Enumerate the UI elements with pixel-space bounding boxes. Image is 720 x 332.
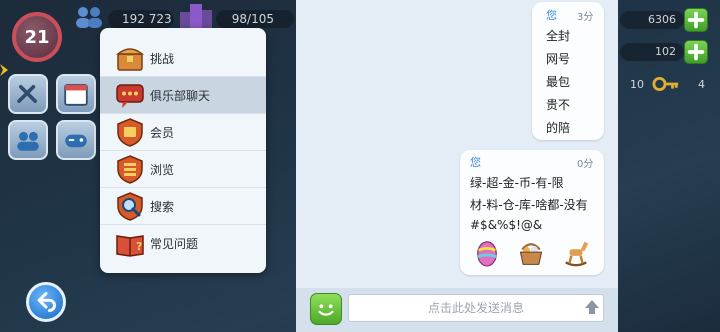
capacity-value: 98/105 [231, 12, 274, 26]
level-value: 21 [24, 26, 50, 48]
easter-egg-icon [477, 241, 497, 267]
message-line: 网号 [546, 52, 571, 66]
menu-item-browse[interactable]: 浏览 [100, 151, 266, 188]
message-sender: 您 [546, 9, 557, 22]
resource-bar-2: 102 [620, 43, 684, 61]
capacity-bar: 98/105 [216, 10, 294, 28]
menu-label: 常见问题 [150, 237, 199, 251]
menu-item-members[interactable]: 会员 [100, 114, 266, 151]
menu-label: 浏览 [150, 162, 175, 177]
rocking-horse-icon [565, 241, 589, 267]
message-time: 0分 [577, 159, 594, 170]
add-resource-2-button[interactable] [684, 40, 708, 64]
resource-value: 4 [698, 78, 705, 91]
wrench-icon [17, 85, 37, 103]
gamepad-button[interactable] [56, 120, 96, 160]
menu-item-search[interactable]: 搜索 [100, 188, 266, 225]
message-time: 3分 [577, 12, 594, 23]
message-line: 贵不 [546, 98, 571, 112]
resource-3-label: 10 [630, 78, 644, 91]
friends-button[interactable] [8, 120, 48, 160]
chat-message: 您 0分 绿-超-金-币-有-限 材-料-仓-库-啥都-没有 #$&%$!@& [460, 150, 604, 275]
faq-book-icon: ? [116, 234, 144, 257]
resource-value: 102 [655, 45, 676, 58]
building-icon [176, 2, 216, 30]
egg-basket-icon [519, 243, 543, 265]
back-arrow-icon [37, 292, 56, 312]
message-line: 材-料-仓-库-啥都-没有 [470, 198, 588, 212]
population-value: 192 723 [122, 12, 172, 26]
emoji-button[interactable] [310, 293, 342, 325]
message-placeholder: 点击此处发送消息 [427, 301, 524, 315]
chest-icon [115, 48, 145, 71]
plus-icon [687, 43, 705, 61]
message-sender: 您 [470, 156, 481, 169]
resource-value: 6306 [648, 13, 676, 26]
menu-label: 挑战 [150, 51, 175, 66]
key-icon [652, 77, 679, 91]
menu-label: 会员 [150, 125, 175, 140]
menu-item-challenge[interactable]: 挑战 [100, 40, 266, 77]
message-line: 的陪 [546, 121, 571, 135]
plus-icon [687, 11, 705, 29]
gamepad-icon [65, 134, 87, 148]
message-line: 全封 [546, 29, 571, 43]
add-resource-1-button[interactable] [684, 8, 708, 32]
resource-bar-1: 6306 [620, 11, 684, 29]
chat-panel[interactable]: 您 3分 全封 网号 最包 贵不 的陪 您 0分 绿-超-金-币-有-限 材-料… [296, 0, 618, 332]
menu-item-club-chat[interactable]: 俱乐部聊天 [100, 77, 266, 114]
smiley-icon [318, 304, 334, 316]
resource-value: 10 [630, 78, 644, 91]
calendar-icon [64, 84, 88, 106]
chat-bubble-icon [116, 84, 144, 108]
browse-shield-icon [117, 155, 143, 184]
friends-icon [17, 131, 39, 151]
member-shield-icon [117, 118, 143, 147]
message-line: #$&%$!@& [470, 218, 543, 232]
message-line: 绿-超-金-币-有-限 [470, 176, 564, 190]
chat-message: 您 3分 全封 网号 最包 贵不 的陪 [532, 2, 604, 140]
population-bar: 192 723 [108, 10, 174, 28]
menu-label: 搜索 [150, 199, 175, 214]
back-button[interactable] [26, 282, 66, 322]
resource-4-label: 4 [698, 78, 705, 91]
message-input[interactable]: 点击此处发送消息 [348, 294, 604, 322]
population-icon [72, 4, 106, 30]
message-line: 最包 [546, 75, 571, 89]
send-arrow-icon[interactable] [583, 298, 601, 316]
tools-button[interactable] [8, 74, 48, 114]
search-shield-icon [117, 192, 143, 221]
calendar-button[interactable] [56, 74, 96, 114]
menu-label: 俱乐部聊天 [150, 88, 211, 103]
club-menu: 挑战 俱乐部聊天 会员 浏览 搜索 ? 常见问题 [100, 28, 266, 273]
menu-item-faq[interactable]: ? 常见问题 [100, 225, 266, 262]
svg-text:?: ? [136, 240, 142, 253]
player-level-badge[interactable]: 21 [12, 12, 62, 62]
